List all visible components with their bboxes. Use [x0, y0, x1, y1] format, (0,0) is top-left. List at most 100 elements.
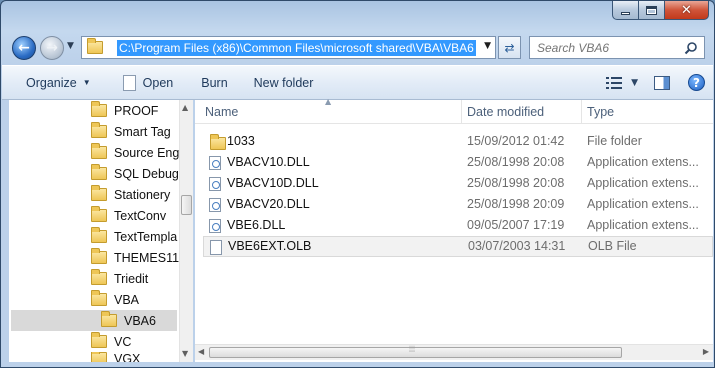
folder-icon: [91, 290, 107, 306]
dll-icon: [209, 156, 221, 170]
close-icon: ✕: [681, 2, 692, 18]
column-divider[interactable]: [581, 100, 582, 124]
file-type: Application extens...: [587, 155, 699, 169]
column-header-name[interactable]: Name: [205, 100, 238, 124]
tree-item-selected[interactable]: VBA6: [11, 310, 177, 331]
scrollbar-thumb[interactable]: [181, 195, 192, 215]
maximize-icon: [646, 5, 657, 15]
file-row[interactable]: VBACV10.DLL 25/08/1998 20:08 Application…: [203, 152, 713, 173]
tree-item[interactable]: TextConv: [91, 205, 166, 226]
search-input[interactable]: [537, 40, 685, 55]
sort-ascending-icon: ▲: [325, 97, 332, 106]
folder-icon: [91, 206, 107, 222]
navigation-scrollbar[interactable]: ▲ ▼: [179, 100, 193, 362]
tree-item-label: THEMES11: [114, 250, 180, 265]
column-headers: ▲ Name Date modified Type: [195, 97, 713, 124]
arrow-right-icon: →: [46, 40, 58, 56]
file-row-selected[interactable]: VBE6EXT.OLB 03/07/2003 14:31 OLB File: [203, 236, 713, 257]
new-folder-button[interactable]: New folder: [254, 66, 314, 99]
address-path[interactable]: C:\Program Files (x86)\Common Files\micr…: [117, 39, 476, 56]
close-button[interactable]: ✕: [665, 1, 709, 20]
tree-item[interactable]: Source Eng: [91, 142, 179, 163]
organize-label: Organize: [26, 75, 77, 90]
file-type: File folder: [587, 134, 642, 148]
tree-item[interactable]: TextTempla: [91, 226, 177, 247]
help-icon[interactable]: ?: [688, 74, 705, 91]
file-row[interactable]: VBACV20.DLL 25/08/1998 20:09 Application…: [203, 194, 713, 215]
tree-item[interactable]: VGX: [91, 352, 140, 362]
file-name: VBE6EXT.OLB: [228, 239, 312, 253]
scroll-right-icon[interactable]: ▶: [703, 347, 709, 356]
forward-button[interactable]: →: [40, 36, 64, 60]
file-row[interactable]: VBACV10D.DLL 25/08/1998 20:08 Applicatio…: [203, 173, 713, 194]
file-name: 1033: [227, 134, 255, 148]
folder-icon: [91, 164, 107, 180]
dll-icon: [209, 219, 221, 233]
file-date: 25/08/1998 20:08: [467, 176, 565, 190]
scroll-up-icon[interactable]: ▲: [182, 103, 188, 112]
open-button[interactable]: Open: [122, 66, 174, 99]
folder-icon: [87, 38, 103, 54]
file-name: VBE6.DLL: [227, 218, 286, 232]
minimize-button[interactable]: [612, 1, 639, 20]
file-type: Application extens...: [587, 176, 699, 190]
tree-item-label: VBA6: [124, 313, 156, 328]
scroll-left-icon[interactable]: ◀: [198, 347, 204, 356]
folder-open-icon: [101, 311, 117, 327]
scroll-down-icon[interactable]: ▼: [182, 349, 188, 358]
search-icon[interactable]: [684, 41, 698, 55]
column-header-type[interactable]: Type: [587, 100, 614, 124]
file-date: 09/05/2007 17:19: [467, 218, 565, 232]
horizontal-scrollbar[interactable]: ◀ ⦙⦙⦙ ▶: [195, 344, 713, 360]
tree-item[interactable]: VC: [91, 331, 131, 352]
tree-item[interactable]: Triedit: [91, 268, 148, 289]
folder-icon: [91, 332, 107, 348]
caption-buttons: ✕: [612, 1, 709, 20]
address-history-dropdown[interactable]: ▼: [484, 41, 491, 51]
folder-icon: [91, 122, 107, 138]
file-date: 15/09/2012 01:42: [467, 134, 565, 148]
tree-item-label: TextTempla: [114, 229, 178, 244]
folder-icon: [91, 101, 107, 117]
scrollbar-grip-icon: ⦙⦙⦙: [409, 345, 416, 355]
recent-pages-dropdown[interactable]: ▼: [67, 41, 74, 51]
file-icon: [210, 240, 222, 255]
address-bar[interactable]: C:\Program Files (x86)\Common Files\micr…: [81, 36, 496, 59]
folder-icon: [210, 134, 226, 150]
file-date: 25/08/1998 20:09: [467, 197, 565, 211]
back-button[interactable]: ←: [12, 36, 36, 60]
refresh-icon: ⇄: [504, 40, 515, 55]
file-type: Application extens...: [587, 197, 699, 211]
tree-item[interactable]: PROOF: [91, 100, 158, 121]
column-header-date-modified[interactable]: Date modified: [467, 100, 544, 124]
tree-item-label: VBA: [114, 292, 140, 307]
file-name: VBACV10D.DLL: [227, 176, 319, 190]
folder-icon: [91, 269, 107, 285]
organize-button[interactable]: Organize ▼: [26, 66, 91, 99]
tree-item[interactable]: VBA: [91, 289, 139, 310]
details-view-icon: [606, 76, 623, 89]
maximize-button[interactable]: [639, 1, 665, 20]
tree-item[interactable]: THEMES11: [91, 247, 179, 268]
file-row[interactable]: VBE6.DLL 09/05/2007 17:19 Application ex…: [203, 215, 713, 236]
preview-pane-icon[interactable]: [654, 75, 670, 90]
tree-item[interactable]: SQL Debug: [91, 163, 179, 184]
change-view-button[interactable]: ▼: [606, 76, 638, 89]
command-bar: Organize ▼ Open Burn New folder ▼ ?: [2, 65, 713, 100]
search-box[interactable]: [529, 36, 705, 59]
folder-icon: [91, 248, 107, 264]
file-row[interactable]: 1033 15/09/2012 01:42 File folder: [203, 131, 713, 152]
file-date: 03/07/2003 14:31: [468, 239, 566, 253]
refresh-button[interactable]: ⇄: [498, 36, 521, 59]
dll-icon: [209, 198, 221, 212]
tree-item[interactable]: Smart Tag: [91, 121, 171, 142]
burn-button[interactable]: Burn: [201, 66, 227, 99]
dll-icon: [209, 177, 221, 191]
tree-item[interactable]: Stationery: [91, 184, 170, 205]
tree-item-label: Stationery: [114, 187, 171, 202]
arrow-left-icon: ←: [18, 40, 30, 56]
open-label: Open: [142, 75, 174, 90]
column-divider[interactable]: [461, 100, 462, 124]
scrollbar-thumb[interactable]: [209, 347, 622, 358]
tree-item-label: Triedit: [114, 271, 149, 286]
